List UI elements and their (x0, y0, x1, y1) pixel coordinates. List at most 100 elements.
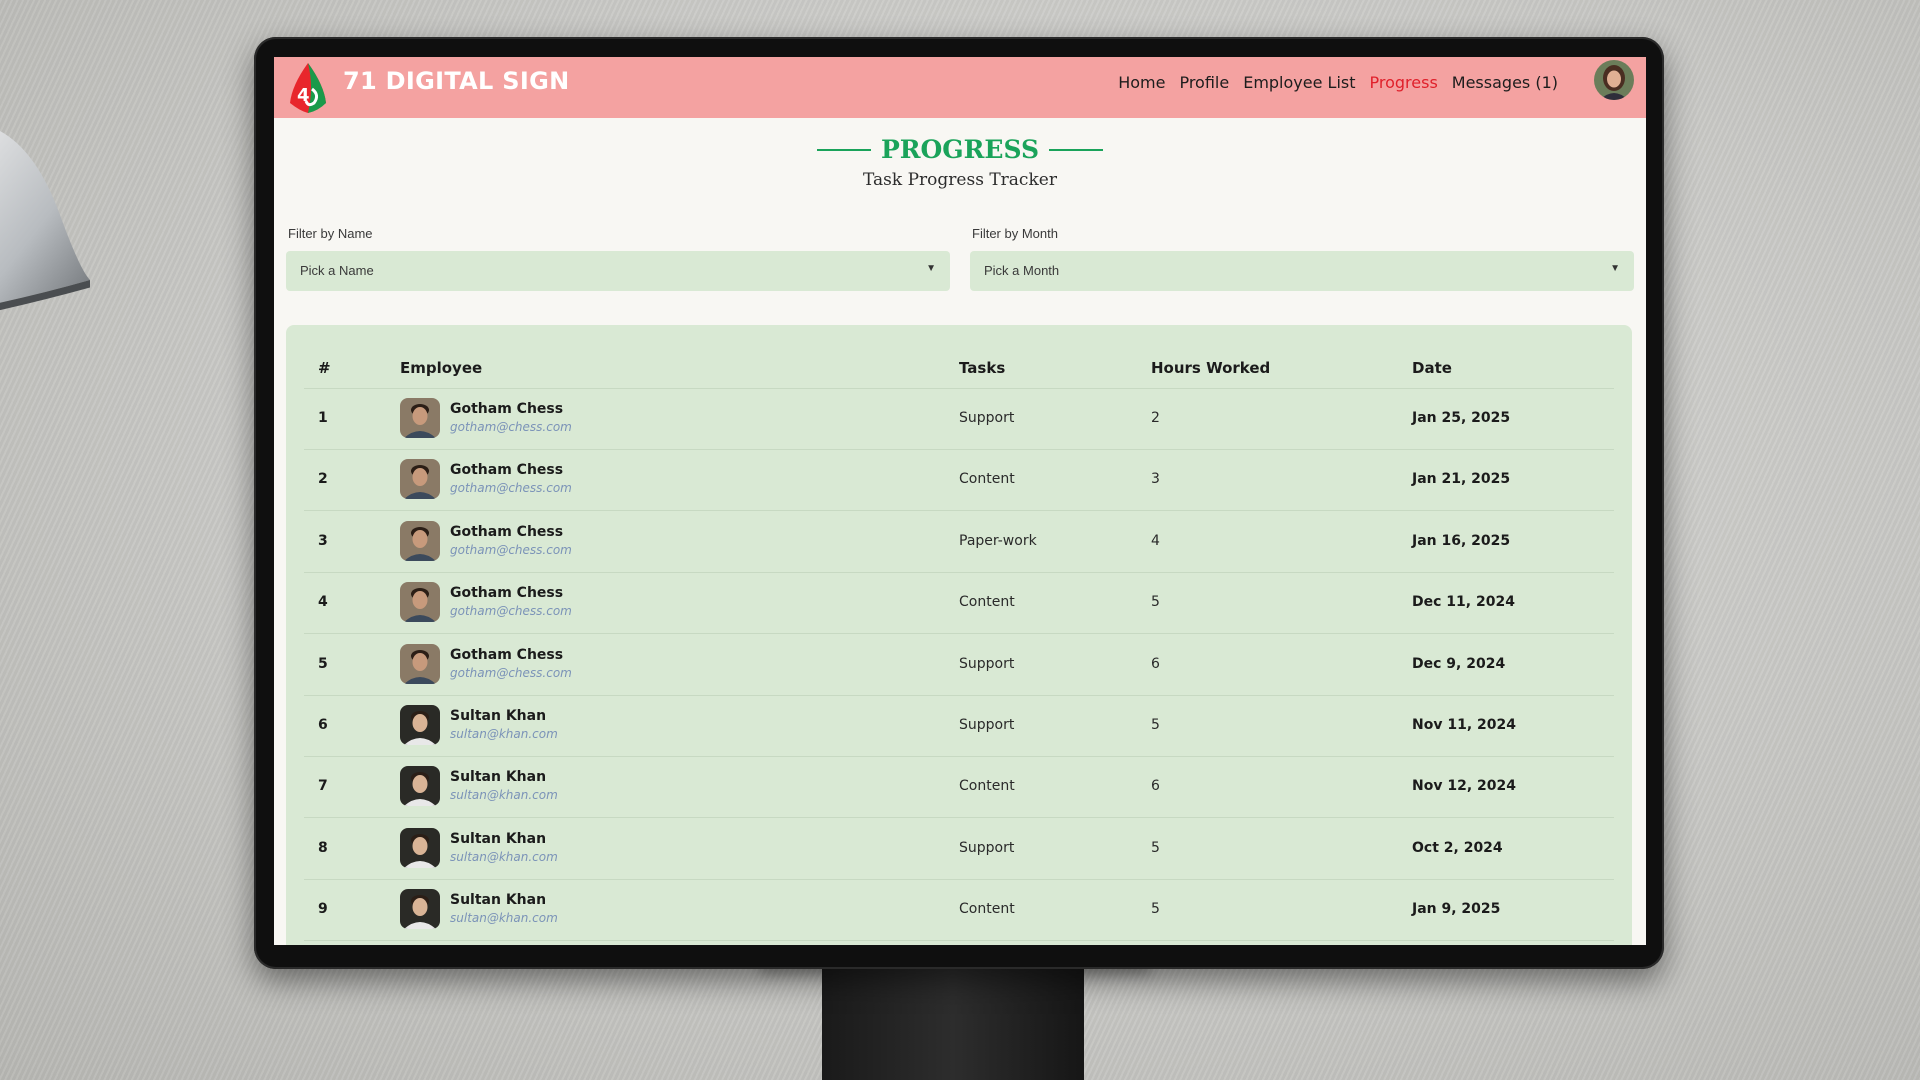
table-row[interactable]: 3 Gotham Chess gotham@chess.com Paper-work 4… (304, 511, 1614, 573)
employee-name: Gotham Chess (450, 585, 564, 602)
employee-email[interactable]: gotham@chess.com (450, 604, 572, 618)
task-date: Jan 16, 2025 (1412, 532, 1511, 549)
table-row[interactable]: 5 Gotham Chess gotham@chess.com Support 6 Dec… (304, 634, 1614, 696)
monitor-bezel: 4 71 DIGITAL SIGN Home Profile Employee … (254, 37, 1664, 969)
employee-email[interactable]: gotham@chess.com (450, 666, 572, 680)
task-date: Jan 25, 2025 (1412, 410, 1511, 426)
nav-home[interactable]: Home (1118, 73, 1165, 92)
employee-email[interactable]: gotham@chess.com (450, 420, 572, 434)
employee-avatar (400, 459, 440, 500)
hours-worked: 5 (1151, 839, 1160, 856)
hours-worked: 5 (1151, 901, 1160, 918)
row-number: 2 (318, 471, 328, 488)
table-row[interactable]: 9 Sultan Khan sultan@khan.com Content 5 Jan 9… (304, 879, 1614, 942)
header-date: Date (1412, 359, 1452, 377)
table-row[interactable]: 2 Gotham Chess gotham@chess.com Content 3 Jan… (304, 449, 1614, 512)
employee-avatar-icon (400, 582, 440, 623)
employee-name: Sultan Khan (450, 708, 547, 724)
header-employee: Employee (400, 359, 483, 377)
employee-avatar-icon (400, 827, 440, 868)
task-type: Support (959, 655, 1015, 672)
app-screen: 4 71 DIGITAL SIGN Home Profile Employee … (274, 57, 1646, 945)
header-tasks: Tasks (959, 359, 1006, 377)
employee-name: Gotham Chess (450, 462, 564, 479)
desk-lamp-decoration (0, 131, 90, 311)
filter-month-label: Filter by Month (972, 226, 1058, 241)
hours-worked: 4 (1151, 532, 1160, 549)
employee-email[interactable]: sultan@khan.com (450, 911, 558, 925)
employee-avatar (400, 520, 440, 561)
employee-name: Gotham Chess (450, 523, 564, 540)
hours-worked: 3 (1151, 471, 1160, 488)
title-divider-right (1049, 148, 1104, 151)
task-type: Support (959, 717, 1015, 733)
progress-table: # Employee Tasks Hours Worked Date 1 Goth… (286, 325, 1632, 945)
employee-avatar (400, 582, 440, 623)
table-row[interactable]: 1 Gotham Chess gotham@chess.com Support 2 Jan… (304, 388, 1614, 450)
monitor-stand (822, 965, 1084, 1080)
task-date: Jan 21, 2025 (1412, 471, 1511, 488)
employee-avatar (400, 705, 440, 745)
filter-month-select[interactable]: Pick a Month ▼ (970, 251, 1634, 291)
task-date: Nov 11, 2024 (1412, 717, 1516, 733)
caret-down-icon: ▼ (926, 263, 936, 274)
nav-profile[interactable]: Profile (1179, 73, 1229, 92)
page-header: PROGRESS Task Progress Tracker (274, 135, 1646, 190)
user-avatar-icon (1594, 60, 1634, 100)
hours-worked: 2 (1151, 410, 1160, 426)
employee-avatar-icon (400, 520, 440, 561)
top-navbar: 4 71 DIGITAL SIGN Home Profile Employee … (274, 57, 1646, 118)
header-number: # (318, 359, 331, 377)
nav-progress[interactable]: Progress (1370, 73, 1438, 92)
employee-avatar-icon (400, 705, 440, 745)
employee-avatar-icon (400, 643, 440, 684)
task-type: Paper-work (959, 532, 1037, 549)
hours-worked: 5 (1151, 717, 1160, 733)
table-header: # Employee Tasks Hours Worked Date (304, 325, 1614, 389)
task-date: Nov 12, 2024 (1412, 778, 1516, 795)
employee-avatar-icon (400, 459, 440, 500)
brand-logo-icon[interactable]: 4 (286, 61, 330, 115)
employee-email[interactable]: gotham@chess.com (450, 481, 572, 495)
employee-avatar-icon (400, 766, 440, 807)
main-nav: Home Profile Employee List Progress Mess… (1118, 73, 1558, 92)
employee-name: Gotham Chess (450, 401, 564, 417)
employee-avatar (400, 827, 440, 868)
employee-name: Sultan Khan (450, 830, 547, 847)
filter-name-select[interactable]: Pick a Name ▼ (286, 251, 950, 291)
task-type: Content (959, 778, 1015, 795)
employee-email[interactable]: sultan@khan.com (450, 850, 558, 864)
table-row[interactable]: 4 Gotham Chess gotham@chess.com Content 5 Dec… (304, 572, 1614, 635)
row-number: 5 (318, 655, 328, 672)
task-date: Oct 2, 2024 (1412, 839, 1503, 856)
row-number: 3 (318, 532, 328, 549)
table-row[interactable]: 6 Sultan Khan sultan@khan.com Support 5 Nov 1… (304, 695, 1614, 757)
employee-avatar (400, 889, 440, 930)
task-type: Content (959, 471, 1015, 488)
row-number: 8 (318, 839, 328, 856)
employee-avatar-icon (400, 398, 440, 438)
task-date: Jan 9, 2025 (1412, 901, 1501, 918)
task-date: Dec 9, 2024 (1412, 655, 1506, 672)
table-row[interactable]: 7 Sultan Khan sultan@khan.com Content 6 Nov 1… (304, 756, 1614, 819)
nav-employee-list[interactable]: Employee List (1243, 73, 1355, 92)
task-type: Content (959, 901, 1015, 918)
employee-email[interactable]: sultan@khan.com (450, 788, 558, 802)
employee-email[interactable]: sultan@khan.com (450, 727, 558, 741)
brand-name[interactable]: 71 DIGITAL SIGN (343, 67, 569, 95)
row-number: 1 (318, 410, 328, 426)
row-number: 4 (318, 594, 328, 611)
task-type: Support (959, 410, 1015, 426)
user-avatar[interactable] (1594, 60, 1634, 100)
row-number: 9 (318, 901, 328, 918)
title-divider-left (816, 148, 871, 151)
hours-worked: 6 (1151, 778, 1160, 795)
hours-worked: 5 (1151, 594, 1160, 611)
employee-email[interactable]: gotham@chess.com (450, 543, 572, 557)
table-row[interactable]: 8 Sultan Khan sultan@khan.com Support 5 Oct 2… (304, 818, 1614, 880)
filter-month-placeholder: Pick a Month (984, 263, 1060, 278)
employee-avatar (400, 643, 440, 684)
nav-messages[interactable]: Messages (1) (1452, 73, 1558, 92)
filter-name-label: Filter by Name (288, 226, 373, 241)
task-date: Dec 11, 2024 (1412, 594, 1515, 611)
